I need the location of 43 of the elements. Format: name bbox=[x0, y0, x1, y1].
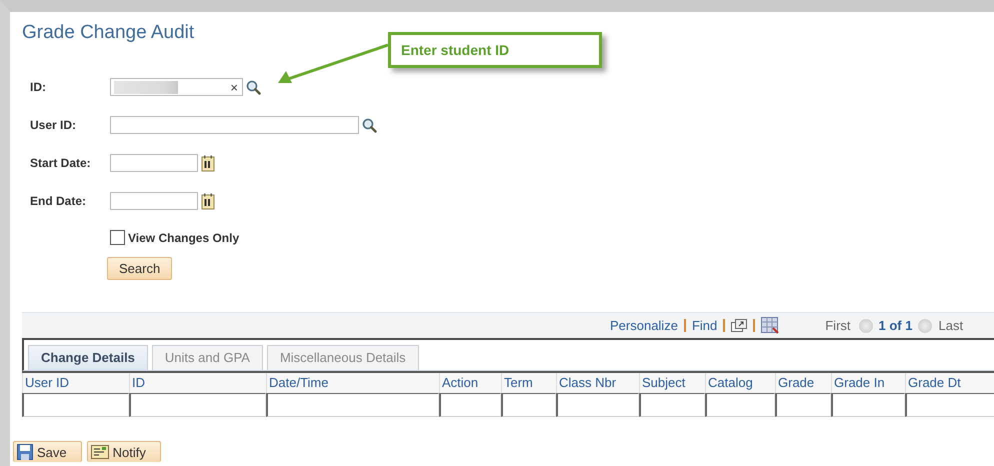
table-cell bbox=[439, 393, 501, 417]
table-cell bbox=[639, 393, 705, 417]
column-header: Grade bbox=[775, 373, 831, 393]
page-title: Grade Change Audit bbox=[22, 22, 196, 45]
table-cell bbox=[501, 393, 556, 417]
column-header: Grade In bbox=[831, 373, 905, 393]
search-icon[interactable] bbox=[246, 80, 261, 94]
input-field[interactable] bbox=[110, 192, 198, 210]
column-header: Term bbox=[501, 373, 556, 393]
field-label: User ID: bbox=[30, 118, 78, 132]
table-cell bbox=[775, 393, 831, 417]
column-header: Class Nbr bbox=[556, 373, 639, 393]
input-field[interactable] bbox=[110, 154, 198, 172]
clear-icon[interactable]: × bbox=[230, 80, 238, 94]
search-button[interactable]: Search bbox=[107, 257, 172, 280]
column-header: User ID bbox=[22, 373, 129, 393]
save-button[interactable]: Save bbox=[13, 441, 82, 462]
toolbar-link[interactable]: Personalize bbox=[610, 318, 678, 333]
column-header: Action bbox=[439, 373, 501, 393]
new-window-icon[interactable] bbox=[731, 318, 748, 332]
notify-button[interactable]: Notify bbox=[86, 441, 161, 462]
table-cell bbox=[705, 393, 775, 417]
column-header: Subject bbox=[639, 373, 705, 393]
toolbar-link[interactable]: Find bbox=[692, 318, 718, 333]
note-icon bbox=[90, 445, 109, 459]
column-header: Grade Dt bbox=[905, 373, 994, 393]
input-field[interactable]: × bbox=[110, 78, 243, 96]
checkbox-label: View Changes Only bbox=[128, 230, 240, 244]
checkbox[interactable] bbox=[110, 230, 125, 245]
field-label: Start Date: bbox=[30, 156, 92, 170]
tab[interactable]: Change Details bbox=[28, 345, 148, 370]
calendar-icon[interactable] bbox=[201, 192, 215, 210]
column-header: Catalog bbox=[705, 373, 775, 393]
input-field[interactable] bbox=[110, 116, 359, 134]
field-label: ID: bbox=[30, 80, 47, 94]
column-header: Date/Time bbox=[266, 373, 439, 393]
grid-download-icon[interactable] bbox=[761, 317, 780, 334]
page-counter: 1 of 1 bbox=[878, 318, 912, 333]
field-label: End Date: bbox=[30, 194, 88, 208]
callout: Enter student ID bbox=[388, 32, 602, 68]
search-icon[interactable] bbox=[362, 118, 377, 132]
column-header: ID bbox=[129, 373, 266, 393]
calendar-icon[interactable] bbox=[201, 154, 215, 172]
